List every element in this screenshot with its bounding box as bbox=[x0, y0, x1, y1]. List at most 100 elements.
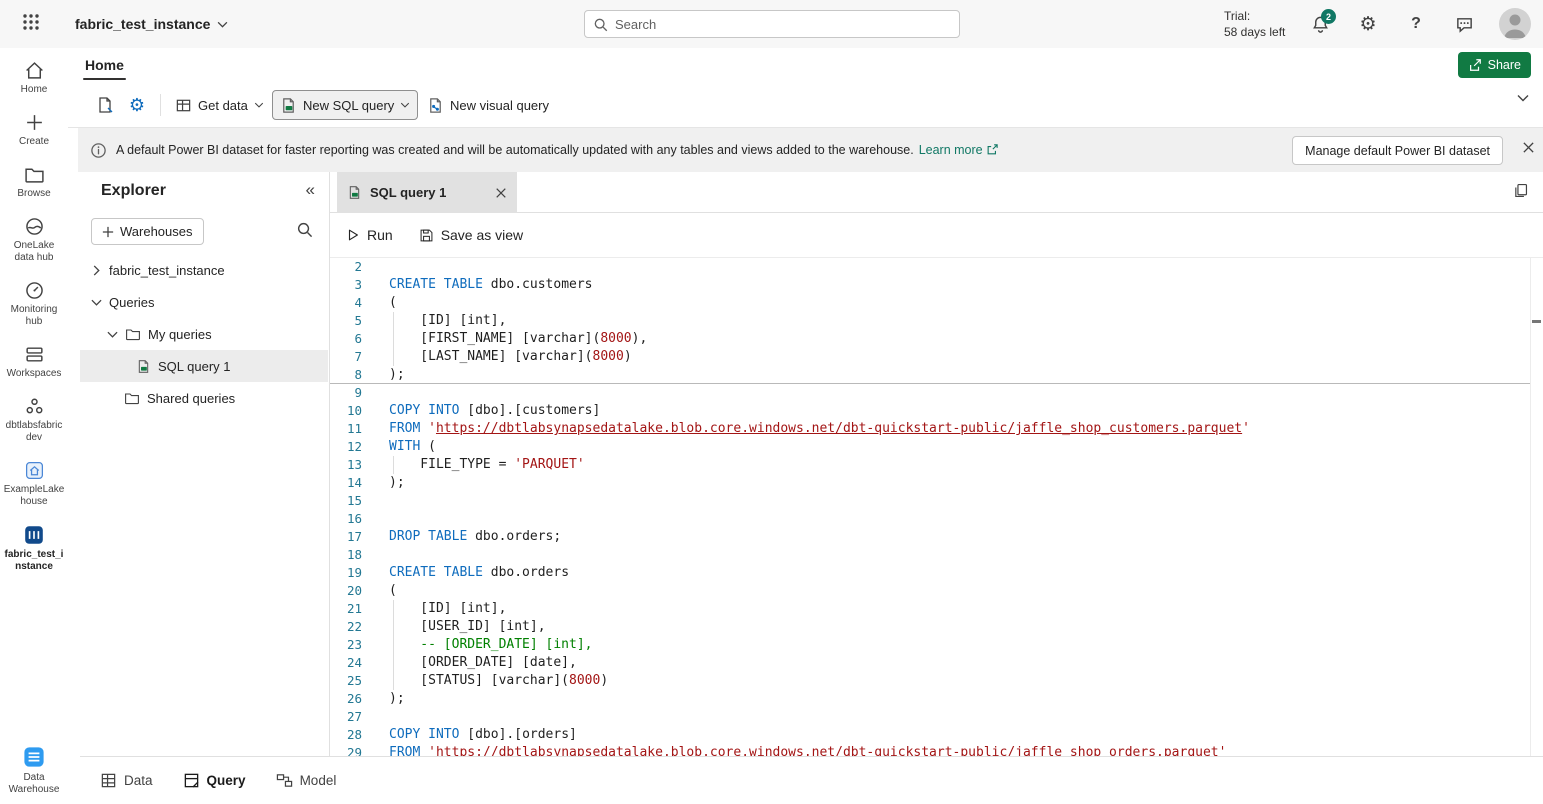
view-tab-label: Query bbox=[207, 773, 246, 788]
code-line[interactable]: 29FROM 'https://dbtlabsynapsedatalake.bl… bbox=[330, 744, 1530, 756]
code-line[interactable]: 7 [LAST_NAME] [varchar](8000) bbox=[330, 348, 1530, 366]
code-line[interactable]: 27 bbox=[330, 708, 1530, 726]
run-button[interactable]: Run bbox=[346, 227, 393, 243]
close-icon bbox=[495, 187, 507, 199]
help-button[interactable]: ? bbox=[1396, 0, 1436, 48]
code-line[interactable]: 23 -- [ORDER_DATE] [int], bbox=[330, 636, 1530, 654]
rail-item-browse[interactable]: Browse bbox=[0, 164, 68, 200]
code-line[interactable]: 12WITH ( bbox=[330, 438, 1530, 456]
line-content: ); bbox=[362, 474, 405, 492]
banner-close-button[interactable] bbox=[1522, 141, 1535, 154]
tab-sql-query-1[interactable]: SQL query 1 bbox=[337, 172, 517, 213]
code-line[interactable]: 2 bbox=[330, 258, 1530, 276]
tree-item-sql-query-1[interactable]: SQL query 1 bbox=[80, 350, 328, 382]
rail-item-label: OneLake data hub bbox=[3, 240, 65, 264]
run-label: Run bbox=[367, 227, 393, 243]
chevron-down-icon bbox=[90, 298, 102, 307]
code-line[interactable]: 28COPY INTO [dbo].[orders] bbox=[330, 726, 1530, 744]
code-editor[interactable]: 23CREATE TABLE dbo.customers4(5 [ID] [in… bbox=[330, 258, 1530, 756]
code-line[interactable]: 8); bbox=[330, 366, 1530, 384]
code-line[interactable]: 6 [FIRST_NAME] [varchar](8000), bbox=[330, 330, 1530, 348]
line-content: DROP TABLE dbo.orders; bbox=[362, 528, 561, 546]
tab-close-button[interactable] bbox=[495, 187, 507, 199]
code-line[interactable]: 15 bbox=[330, 492, 1530, 510]
app-launcher-button[interactable] bbox=[22, 13, 40, 31]
line-content: ( bbox=[362, 582, 397, 600]
share-label: Share bbox=[1488, 58, 1521, 72]
home-icon bbox=[24, 60, 45, 81]
line-number: 3 bbox=[330, 276, 362, 294]
code-line[interactable]: 19CREATE TABLE dbo.orders bbox=[330, 564, 1530, 582]
manage-default-dataset-button[interactable]: Manage default Power BI dataset bbox=[1292, 136, 1503, 165]
rail-item-monitoring-hub[interactable]: Monitoring hub bbox=[0, 280, 68, 328]
collapse-explorer-button[interactable]: « bbox=[306, 180, 315, 200]
rail-item-workspaces[interactable]: Workspaces bbox=[0, 344, 68, 380]
tree-item-my-queries[interactable]: My queries bbox=[80, 318, 328, 350]
rail-item-fabric-test-instance[interactable]: fabric_test_instance bbox=[0, 524, 68, 573]
code-line[interactable]: 24 [ORDER_DATE] [date], bbox=[330, 654, 1530, 672]
learn-more-link[interactable]: Learn more bbox=[919, 143, 998, 157]
line-content: [ID] [int], bbox=[362, 600, 506, 618]
data-grid-icon bbox=[100, 772, 117, 789]
code-line[interactable]: 22 [USER_ID] [int], bbox=[330, 618, 1530, 636]
rail-item-label: Create bbox=[19, 136, 49, 148]
banner-message: A default Power BI dataset for faster re… bbox=[116, 143, 914, 157]
code-line[interactable]: 3CREATE TABLE dbo.customers bbox=[330, 276, 1530, 294]
settings-button[interactable]: ⚙ bbox=[1348, 0, 1388, 48]
code-line[interactable]: 5 [ID] [int], bbox=[330, 312, 1530, 330]
workspace-title-dropdown[interactable]: fabric_test_instance bbox=[75, 0, 228, 48]
query-settings-button[interactable]: ⚙ bbox=[122, 90, 152, 120]
new-visual-query-button[interactable]: New visual query bbox=[420, 90, 556, 120]
workspace-icon bbox=[24, 396, 45, 417]
tree-item-shared-queries[interactable]: Shared queries bbox=[80, 382, 328, 414]
line-content: [STATUS] [varchar](8000) bbox=[362, 672, 608, 690]
view-tab-data[interactable]: Data bbox=[100, 772, 153, 789]
tab-home[interactable]: Home bbox=[83, 48, 126, 82]
code-line[interactable]: 21 [ID] [int], bbox=[330, 600, 1530, 618]
code-line[interactable]: 20( bbox=[330, 582, 1530, 600]
code-line[interactable]: 11FROM 'https://dbtlabsynapsedatalake.bl… bbox=[330, 420, 1530, 438]
rail-item-label: Workspaces bbox=[7, 368, 62, 380]
view-tab-model[interactable]: Model bbox=[276, 772, 337, 789]
rail-item-create[interactable]: Create bbox=[0, 112, 68, 148]
editor-scrollbar[interactable] bbox=[1530, 258, 1543, 756]
share-button[interactable]: Share bbox=[1458, 52, 1531, 78]
code-line[interactable]: 4( bbox=[330, 294, 1530, 312]
view-tab-query[interactable]: Query bbox=[183, 772, 246, 789]
code-line[interactable]: 18 bbox=[330, 546, 1530, 564]
tree-item-queries[interactable]: Queries bbox=[80, 286, 328, 318]
line-number: 18 bbox=[330, 546, 362, 564]
code-line[interactable]: 14); bbox=[330, 474, 1530, 492]
account-avatar[interactable] bbox=[1499, 8, 1531, 40]
code-line[interactable]: 26); bbox=[330, 690, 1530, 708]
get-data-button[interactable]: Get data bbox=[168, 90, 271, 120]
copy-button[interactable] bbox=[1512, 182, 1529, 199]
rail-item-onelake-data-hub[interactable]: OneLake data hub bbox=[0, 216, 68, 264]
new-sql-query-button[interactable]: New SQL query bbox=[272, 90, 418, 120]
rail-item-data-warehouse[interactable]: Data Warehouse bbox=[0, 745, 68, 796]
explorer-search-button[interactable] bbox=[296, 221, 313, 238]
line-number: 14 bbox=[330, 474, 362, 492]
save-as-view-button[interactable]: Save as view bbox=[419, 227, 523, 243]
new-report-button[interactable] bbox=[90, 90, 120, 120]
code-line[interactable]: 9 bbox=[330, 384, 1530, 402]
code-line[interactable]: 25 [STATUS] [varchar](8000) bbox=[330, 672, 1530, 690]
code-line[interactable]: 16 bbox=[330, 510, 1530, 528]
add-warehouses-button[interactable]: Warehouses bbox=[91, 218, 204, 245]
rail-item-dbtlabsfabricdev[interactable]: dbtlabsfabricdev bbox=[0, 396, 68, 444]
collapse-ribbon-button[interactable] bbox=[1517, 94, 1529, 102]
gear-icon: ⚙ bbox=[129, 95, 145, 116]
rail-item-home[interactable]: Home bbox=[0, 60, 68, 96]
tree-item-warehouse-root[interactable]: fabric_test_instance bbox=[80, 254, 328, 286]
search-box[interactable] bbox=[584, 10, 960, 38]
lakehouse-icon bbox=[24, 460, 45, 481]
rail-item-label: Browse bbox=[17, 188, 50, 200]
rail-item-examplelakehouse[interactable]: ExampleLakehouse bbox=[0, 460, 68, 508]
search-input[interactable] bbox=[615, 17, 951, 32]
code-line[interactable]: 10COPY INTO [dbo].[customers] bbox=[330, 402, 1530, 420]
notifications-button[interactable]: 2 bbox=[1300, 0, 1340, 48]
code-line[interactable]: 13 FILE_TYPE = 'PARQUET' bbox=[330, 456, 1530, 474]
feedback-button[interactable] bbox=[1444, 0, 1484, 48]
code-line[interactable]: 17DROP TABLE dbo.orders; bbox=[330, 528, 1530, 546]
left-rail: Home Create Browse OneLake data hub Moni… bbox=[0, 48, 68, 804]
